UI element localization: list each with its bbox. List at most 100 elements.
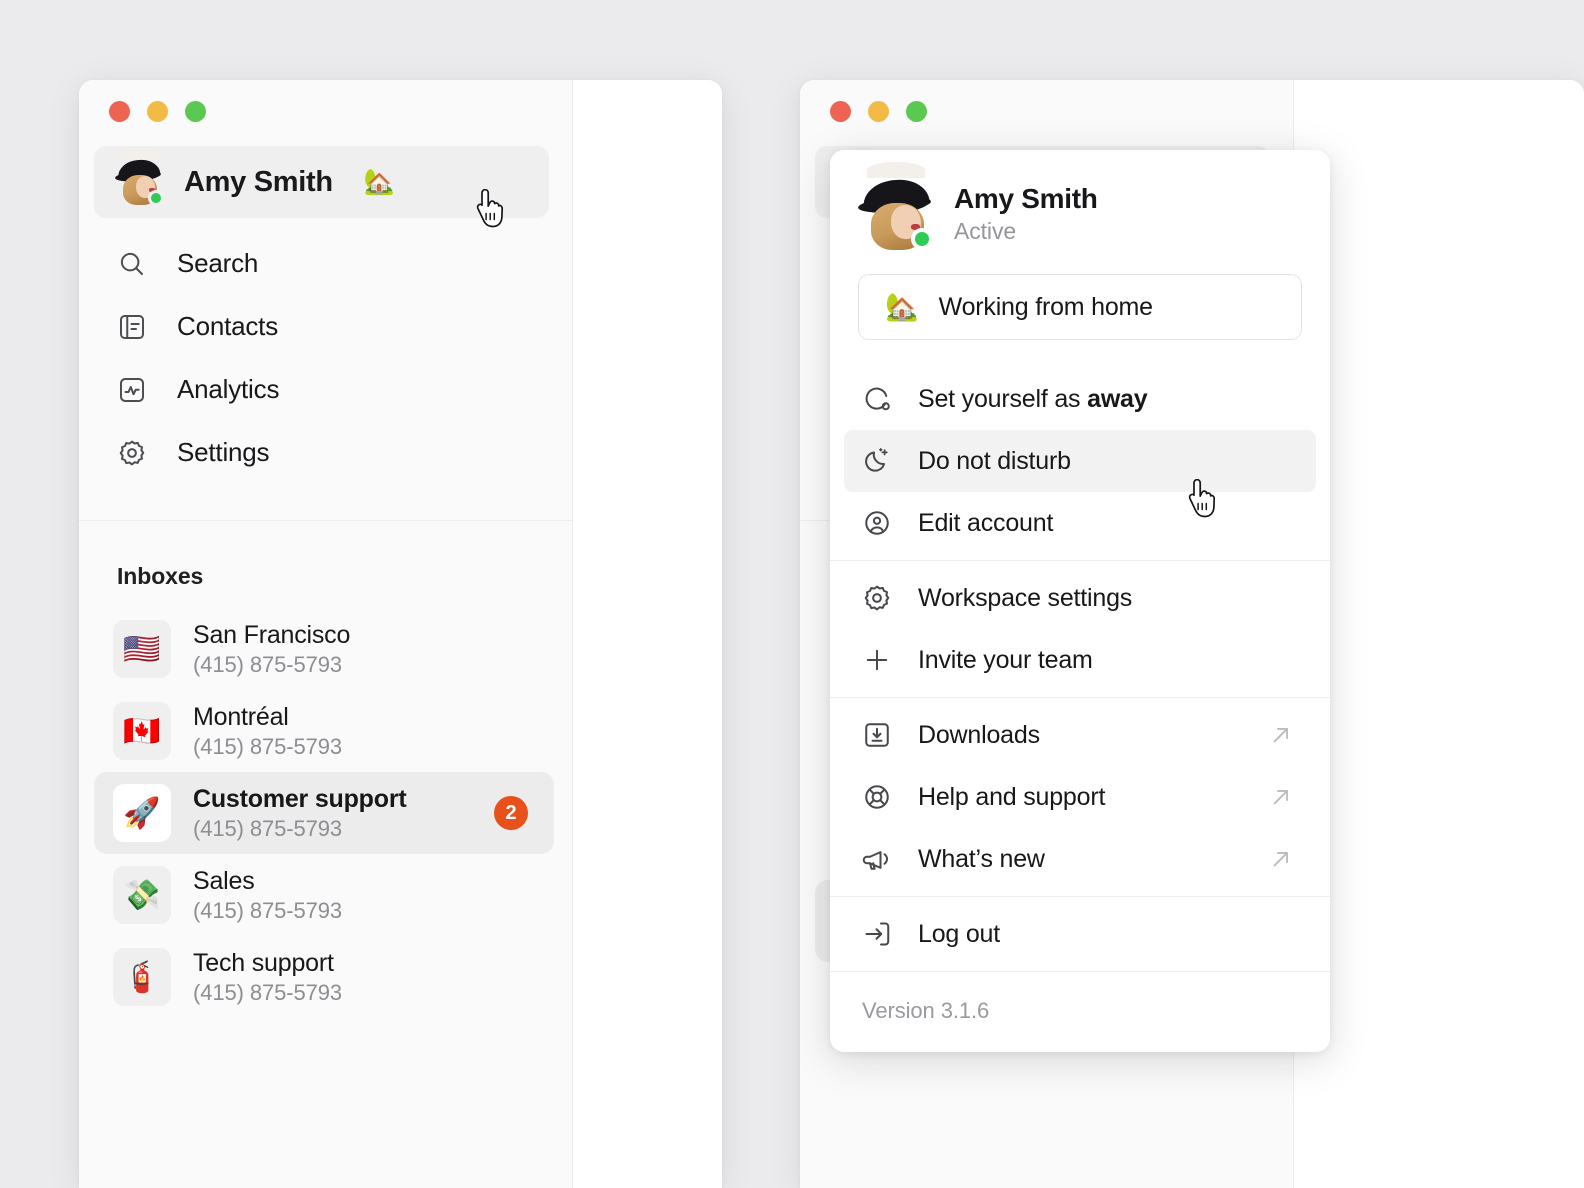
menu-item-whats-new[interactable]: What’s new bbox=[844, 828, 1316, 890]
inbox-phone: (415) 875-5793 bbox=[193, 733, 343, 759]
sidebar-item-settings[interactable]: Settings bbox=[94, 421, 554, 484]
flag-us-icon: 🇺🇸 bbox=[113, 620, 171, 678]
external-link-icon bbox=[1270, 786, 1292, 808]
status-emoji-house-icon: 🏡 bbox=[363, 167, 395, 196]
profile-name: Amy Smith bbox=[184, 165, 333, 198]
menu-item-invite-team[interactable]: Invite your team bbox=[844, 629, 1316, 691]
external-link-icon bbox=[1270, 848, 1292, 870]
sidebar-item-contacts[interactable]: Contacts bbox=[94, 295, 554, 358]
app-window-left: Amy Smith 🏡 Search Contacts Analytics Se… bbox=[79, 80, 722, 1188]
list-item[interactable]: 🧯 Tech support (415) 875-5793 bbox=[94, 936, 554, 1018]
sidebar-item-label: Contacts bbox=[177, 311, 279, 341]
menu-user-status: Active bbox=[954, 218, 1017, 244]
presence-indicator bbox=[911, 228, 933, 250]
app-version-label: Version 3.1.6 bbox=[862, 998, 990, 1023]
status-field-text: Working from home bbox=[938, 292, 1153, 321]
menu-user-block: Amy Smith Active bbox=[857, 162, 1300, 250]
lifebuoy-icon bbox=[862, 782, 892, 812]
avatar bbox=[114, 149, 164, 206]
presence-indicator bbox=[148, 190, 164, 206]
account-dropdown-menu: Amy Smith Active 🏡 Working from home Set… bbox=[830, 150, 1330, 1052]
menu-group-session: Log out bbox=[830, 897, 1330, 971]
menu-item-do-not-disturb[interactable]: Do not disturb bbox=[844, 430, 1316, 492]
app-window-right: Amy Smith Active 🏡 Working from home Set… bbox=[800, 80, 1584, 1188]
sidebar-profile-button[interactable]: Amy Smith 🏡 bbox=[94, 146, 549, 218]
sidebar-divider bbox=[79, 520, 572, 521]
inbox-name: Customer support bbox=[193, 784, 407, 813]
avatar bbox=[857, 162, 933, 250]
moon-icon bbox=[862, 446, 892, 476]
inbox-name: Tech support bbox=[193, 948, 334, 977]
download-icon bbox=[862, 720, 892, 750]
away-circle-icon bbox=[862, 384, 892, 414]
rocket-icon: 🚀 bbox=[113, 784, 171, 842]
list-item[interactable]: 🇨🇦 Montréal (415) 875-5793 bbox=[94, 690, 554, 772]
close-traffic-light[interactable] bbox=[830, 101, 851, 122]
maximize-traffic-light[interactable] bbox=[185, 101, 206, 122]
inbox-name: Sales bbox=[193, 866, 255, 895]
sidebar-item-label: Settings bbox=[177, 437, 270, 467]
inbox-name: Montréal bbox=[193, 702, 289, 731]
menu-item-help-support[interactable]: Help and support bbox=[844, 766, 1316, 828]
minimize-traffic-light[interactable] bbox=[868, 101, 889, 122]
plus-icon bbox=[862, 645, 892, 675]
menu-item-label: Downloads bbox=[918, 720, 1040, 749]
contacts-icon bbox=[117, 312, 147, 342]
logout-icon bbox=[862, 919, 892, 949]
inbox-list: 🇺🇸 San Francisco (415) 875-5793 🇨🇦 Montr… bbox=[94, 608, 554, 1018]
search-icon bbox=[117, 249, 147, 279]
maximize-traffic-light[interactable] bbox=[906, 101, 927, 122]
settings-icon bbox=[117, 438, 147, 468]
menu-group-status: Set yourself as away Do not disturb Edit… bbox=[830, 362, 1330, 560]
window-traffic-lights bbox=[830, 101, 927, 122]
menu-group-workspace: Workspace settings Invite your team bbox=[830, 561, 1330, 697]
list-item[interactable]: 💸 Sales (415) 875-5793 bbox=[94, 854, 554, 936]
external-link-icon bbox=[1270, 724, 1292, 746]
sidebar-item-label: Analytics bbox=[177, 374, 280, 404]
menu-item-label: Do not disturb bbox=[918, 446, 1071, 475]
menu-item-downloads[interactable]: Downloads bbox=[844, 704, 1316, 766]
menu-group-resources: Downloads Help and support What’s new bbox=[830, 698, 1330, 896]
inbox-phone: (415) 875-5793 bbox=[193, 651, 343, 677]
inbox-phone: (415) 875-5793 bbox=[193, 979, 343, 1005]
menu-item-workspace-settings[interactable]: Workspace settings bbox=[844, 567, 1316, 629]
inbox-phone: (415) 875-5793 bbox=[193, 815, 343, 841]
menu-item-label: Invite your team bbox=[918, 645, 1093, 674]
inbox-phone: (415) 875-5793 bbox=[193, 897, 343, 923]
status-field[interactable]: 🏡 Working from home bbox=[858, 274, 1302, 340]
menu-item-edit-account[interactable]: Edit account bbox=[844, 492, 1316, 554]
menu-item-label: Set yourself as away bbox=[918, 384, 1148, 413]
inboxes-heading: Inboxes bbox=[117, 563, 204, 589]
account-icon bbox=[862, 508, 892, 538]
fire-extinguisher-icon: 🧯 bbox=[113, 948, 171, 1006]
sidebar-item-search[interactable]: Search bbox=[94, 232, 554, 295]
menu-item-set-away[interactable]: Set yourself as away bbox=[844, 368, 1316, 430]
menu-item-label: What’s new bbox=[918, 844, 1045, 873]
menu-item-log-out[interactable]: Log out bbox=[844, 903, 1316, 965]
analytics-icon bbox=[117, 375, 147, 405]
menu-item-label: Help and support bbox=[918, 782, 1106, 811]
sidebar-item-analytics[interactable]: Analytics bbox=[94, 358, 554, 421]
list-item[interactable]: 🇺🇸 San Francisco (415) 875-5793 bbox=[94, 608, 554, 690]
flag-ca-icon: 🇨🇦 bbox=[113, 702, 171, 760]
menu-item-label: Edit account bbox=[918, 508, 1054, 537]
main-content-left bbox=[573, 80, 722, 1188]
minimize-traffic-light[interactable] bbox=[147, 101, 168, 122]
sidebar-nav: Search Contacts Analytics Settings bbox=[94, 232, 554, 484]
sidebar-left: Amy Smith 🏡 Search Contacts Analytics Se… bbox=[79, 80, 573, 1188]
menu-item-label: Workspace settings bbox=[918, 583, 1133, 612]
menu-user-name: Amy Smith bbox=[954, 183, 1098, 214]
menu-header: Amy Smith Active bbox=[830, 150, 1330, 250]
megaphone-icon bbox=[862, 844, 892, 874]
window-traffic-lights bbox=[109, 101, 206, 122]
unread-badge: 2 bbox=[494, 796, 528, 830]
sidebar-item-label: Search bbox=[177, 248, 259, 278]
status-emoji-house-icon: 🏡 bbox=[885, 292, 919, 322]
list-item-selected[interactable]: 🚀 Customer support (415) 875-5793 2 bbox=[94, 772, 554, 854]
main-content-right bbox=[1294, 80, 1584, 1188]
gear-icon bbox=[862, 583, 892, 613]
inbox-name: San Francisco bbox=[193, 620, 351, 649]
close-traffic-light[interactable] bbox=[109, 101, 130, 122]
money-icon: 💸 bbox=[113, 866, 171, 924]
menu-item-label: Log out bbox=[918, 919, 1001, 948]
